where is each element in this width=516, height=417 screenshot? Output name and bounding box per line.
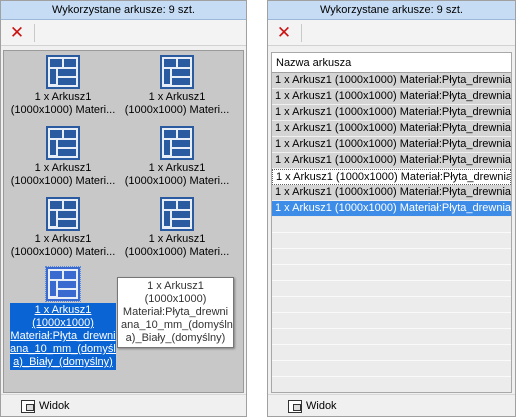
- delete-x-icon[interactable]: ✕: [274, 23, 294, 43]
- sheet-layout-icon: [45, 266, 81, 302]
- sheet-layout-icon: [160, 197, 194, 231]
- sheet-tile-label: 1 x Arkusz1 (1000x1000) Materi...: [10, 233, 116, 258]
- empty-row: [272, 377, 511, 392]
- view-button[interactable]: Widok: [288, 397, 337, 415]
- toolbar-separator: [301, 24, 302, 42]
- table-row[interactable]: 1 x Arkusz1 (1000x1000) Materiał:Płyta_d…: [272, 105, 511, 121]
- empty-row: [272, 297, 511, 313]
- empty-row: [272, 265, 511, 281]
- view-button[interactable]: Widok: [21, 397, 70, 415]
- sheet-tile[interactable]: 1 x Arkusz1 (1000x1000) Materi...: [120, 55, 234, 117]
- empty-row: [272, 345, 511, 361]
- sheet-tile[interactable]: 1 x Arkusz1 (1000x1000) Materi...: [6, 126, 120, 188]
- sheet-tile-label: 1 x Arkusz1 (1000x1000) Materi...: [124, 162, 230, 187]
- panel-title: Wykorzystane arkusze: 9 szt.: [268, 1, 515, 20]
- sheet-tile-label: 1 x Arkusz1 (1000x1000) Materi...: [10, 91, 116, 116]
- right-panel: Wykorzystane arkusze: 9 szt. ✕ Nazwa ark…: [267, 0, 516, 417]
- delete-x-icon[interactable]: ✕: [7, 23, 27, 43]
- empty-row: [272, 233, 511, 249]
- view-icon: [21, 399, 35, 413]
- sheet-tile-label: 1 x Arkusz1 (1000x1000) Materi...: [124, 233, 230, 258]
- toolbar: ✕: [1, 20, 246, 46]
- empty-row: [272, 313, 511, 329]
- tooltip: 1 x Arkusz1 (1000x1000) Materiał:Płyta_d…: [117, 277, 234, 348]
- table-row[interactable]: 1 x Arkusz1 (1000x1000) Materiał:Płyta_d…: [272, 185, 511, 201]
- sheet-list-table[interactable]: Nazwa arkusza 1 x Arkusz1 (1000x1000) Ma…: [271, 52, 512, 393]
- footer: Widok: [1, 394, 246, 416]
- toolbar: ✕: [268, 20, 515, 46]
- table-row[interactable]: 1 x Arkusz1 (1000x1000) Materiał:Płyta_d…: [272, 89, 511, 105]
- sheet-tile-label: 1 x Arkusz1 (1000x1000) Materiał:Płyta_d…: [10, 303, 116, 370]
- sheet-icon-view[interactable]: 1 x Arkusz1 (1000x1000) Materi... 1 x Ar…: [3, 50, 244, 393]
- empty-row: [272, 249, 511, 265]
- table-row[interactable]: 1 x Arkusz1 (1000x1000) Materiał:Płyta_d…: [272, 169, 511, 185]
- left-panel: Wykorzystane arkusze: 9 szt. ✕ 1 x Arkus…: [0, 0, 247, 417]
- footer: Widok: [268, 394, 515, 416]
- sheet-layout-icon: [46, 126, 80, 160]
- sheet-layout-icon: [160, 55, 194, 89]
- sheet-tile[interactable]: 1 x Arkusz1 (1000x1000) Materi...: [120, 126, 234, 188]
- table-row[interactable]: 1 x Arkusz1 (1000x1000) Materiał:Płyta_d…: [272, 121, 511, 137]
- sheet-tile[interactable]: 1 x Arkusz1 (1000x1000) Materi...: [120, 197, 234, 259]
- sheet-layout-icon: [46, 55, 80, 89]
- toolbar-separator: [34, 24, 35, 42]
- table-row[interactable]: 1 x Arkusz1 (1000x1000) Materiał:Płyta_d…: [272, 73, 511, 89]
- table-row[interactable]: 1 x Arkusz1 (1000x1000) Materiał:Płyta_d…: [272, 153, 511, 169]
- sheet-tile[interactable]: 1 x Arkusz1 (1000x1000) Materi...: [6, 197, 120, 259]
- empty-row: [272, 329, 511, 345]
- view-label: Widok: [306, 400, 337, 412]
- sheet-tile[interactable]: 1 x Arkusz1 (1000x1000) Materi...: [6, 55, 120, 117]
- table-row[interactable]: 1 x Arkusz1 (1000x1000) Materiał:Płyta_d…: [272, 137, 511, 153]
- table-row[interactable]: 1 x Arkusz1 (1000x1000) Materiał:Płyta_d…: [272, 201, 511, 217]
- empty-row: [272, 281, 511, 297]
- sheet-tile[interactable]: 1 x Arkusz1 (1000x1000) Materiał:Płyta_d…: [6, 266, 120, 370]
- sheet-layout-icon: [160, 126, 194, 160]
- sheet-tile-label: 1 x Arkusz1 (1000x1000) Materi...: [10, 162, 116, 187]
- empty-row: [272, 361, 511, 377]
- panel-title: Wykorzystane arkusze: 9 szt.: [1, 1, 246, 20]
- view-label: Widok: [39, 400, 70, 412]
- column-header-sheet-name[interactable]: Nazwa arkusza: [272, 53, 511, 73]
- sheet-tile-label: 1 x Arkusz1 (1000x1000) Materi...: [124, 91, 230, 116]
- empty-row: [272, 217, 511, 233]
- view-icon: [288, 399, 302, 413]
- sheet-layout-icon: [46, 197, 80, 231]
